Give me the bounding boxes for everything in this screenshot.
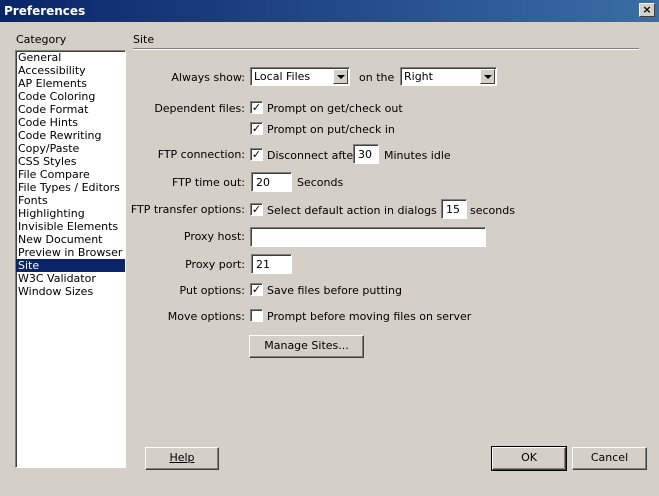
prompt-before-move-checkbox[interactable] [250, 309, 263, 322]
category-item-window-sizes[interactable]: Window Sizes [16, 285, 125, 298]
prompt-get-label: Prompt on get/check out [267, 102, 403, 115]
category-item-file-types-editors[interactable]: File Types / Editors [16, 181, 125, 194]
on-the-label: on the [359, 71, 395, 84]
panel-divider [133, 48, 639, 50]
category-item-invisible-elements[interactable]: Invisible Elements [16, 220, 125, 233]
proxy-port-input[interactable]: 21 [251, 254, 292, 274]
select-default-label: Select default action in dialogs after [267, 204, 467, 217]
seconds-label: seconds [470, 204, 515, 217]
category-item-general[interactable]: General [16, 51, 125, 64]
select-default-checkbox[interactable]: ✓ [250, 203, 263, 216]
category-item-file-compare[interactable]: File Compare [16, 168, 125, 181]
category-item-accessibility[interactable]: Accessibility [16, 64, 125, 77]
minutes-input[interactable]: 30 [353, 144, 379, 164]
category-item-fonts[interactable]: Fonts [16, 194, 125, 207]
category-list[interactable]: General Accessibility AP Elements Code C… [15, 50, 126, 468]
chevron-down-icon[interactable] [333, 69, 348, 84]
category-item-ap-elements[interactable]: AP Elements [16, 77, 125, 90]
window-title: Preferences [4, 4, 86, 18]
ftp-transfer-label: FTP transfer options: [130, 203, 245, 216]
chevron-down-icon[interactable] [480, 69, 495, 84]
proxy-port-label: Proxy port: [185, 258, 245, 271]
dependent-files-label: Dependent files: [154, 102, 245, 115]
ftp-timeout-label: FTP time out: [171, 176, 245, 189]
move-options-label: Move options: [167, 310, 245, 323]
category-item-css-styles[interactable]: CSS Styles [16, 155, 125, 168]
side-select[interactable]: Right [400, 67, 497, 86]
always-show-select[interactable]: Local Files [250, 67, 350, 86]
always-show-label: Always show: [171, 71, 245, 84]
help-button[interactable]: Help [145, 447, 219, 470]
ftp-timeout-input[interactable]: 20 [251, 172, 292, 192]
save-before-put-label: Save files before putting [267, 284, 402, 297]
category-item-code-coloring[interactable]: Code Coloring [16, 90, 125, 103]
ftp-connection-label: FTP connection: [157, 148, 245, 161]
category-item-code-hints[interactable]: Code Hints [16, 116, 125, 129]
side-value: Right [404, 70, 433, 83]
category-item-code-rewriting[interactable]: Code Rewriting [16, 129, 125, 142]
save-before-put-checkbox[interactable]: ✓ [250, 283, 263, 296]
category-item-w3c-validator[interactable]: W3C Validator [16, 272, 125, 285]
manage-sites-button[interactable]: Manage Sites... [249, 335, 364, 358]
disconnect-checkbox[interactable]: ✓ [250, 148, 263, 161]
put-options-label: Put options: [179, 284, 245, 297]
category-item-copy-paste[interactable]: Copy/Paste [16, 142, 125, 155]
panel-title: Site [133, 33, 155, 46]
ftp-timeout-suffix: Seconds [297, 176, 344, 189]
minutes-idle-label: Minutes idle [384, 149, 451, 162]
proxy-host-label: Proxy host: [183, 230, 245, 243]
seconds-input[interactable]: 15 [441, 199, 467, 219]
category-item-site[interactable]: Site [16, 259, 125, 272]
category-item-new-document[interactable]: New Document [16, 233, 125, 246]
prompt-put-label: Prompt on put/check in [267, 123, 395, 136]
ok-button[interactable]: OK [491, 446, 567, 471]
prompt-put-checkbox[interactable]: ✓ [250, 122, 263, 135]
title-bar: Preferences × [0, 0, 659, 22]
category-item-highlighting[interactable]: Highlighting [16, 207, 125, 220]
prompt-before-move-label: Prompt before moving files on server [267, 310, 472, 323]
disconnect-label: Disconnect after [267, 149, 358, 162]
close-icon[interactable]: × [639, 3, 655, 17]
cancel-button[interactable]: Cancel [572, 447, 647, 470]
proxy-host-input[interactable] [250, 227, 486, 247]
category-item-code-format[interactable]: Code Format [16, 103, 125, 116]
prompt-get-checkbox[interactable]: ✓ [250, 101, 263, 114]
help-button-label: Help [169, 451, 195, 464]
category-heading: Category [16, 33, 67, 46]
always-show-value: Local Files [254, 70, 311, 83]
category-item-preview-in-browser[interactable]: Preview in Browser [16, 246, 125, 259]
